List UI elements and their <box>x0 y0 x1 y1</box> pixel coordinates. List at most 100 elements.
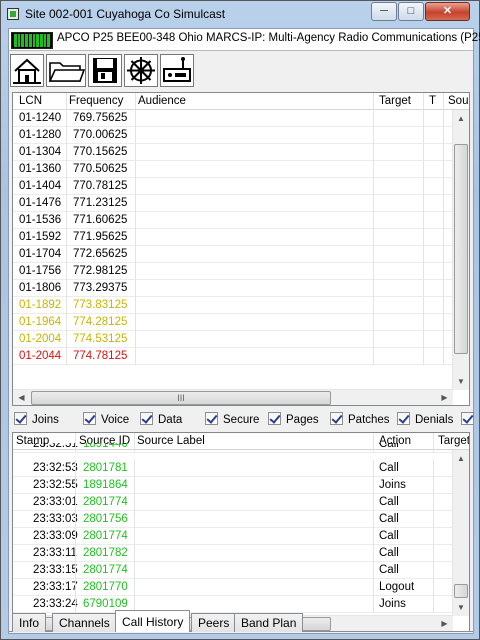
action-cell: Logout <box>379 581 415 593</box>
home-network-icon[interactable] <box>10 54 44 87</box>
history-row[interactable]: 23:33:03 2801756 Call <box>13 511 453 528</box>
maximize-button[interactable]: □ <box>398 2 424 21</box>
checkbox-icon[interactable] <box>205 412 218 425</box>
channel-row[interactable]: 01-1280 770.00625 <box>13 127 453 144</box>
checkbox-icon[interactable] <box>461 412 474 425</box>
settings-wheel-icon[interactable] <box>124 54 158 87</box>
channels-horizontal-scrollbar[interactable]: ◀ III ▶ <box>13 389 453 405</box>
history-row[interactable]: 23:32:55 1891864 Joins <box>13 477 453 494</box>
filter-data[interactable]: Data <box>140 412 182 426</box>
call-history-grid[interactable]: Stamp Source ID Source Label Action Targ… <box>12 432 470 632</box>
scroll-down-arrow-icon[interactable]: ▼ <box>453 373 469 390</box>
history-row[interactable]: 23:32:51 1891446 Call <box>13 443 453 453</box>
site-description: APCO P25 BEE00-348 Ohio MARCS-IP: Multi-… <box>57 32 480 44</box>
filter-denials[interactable]: Denials <box>397 412 453 426</box>
filter-pages[interactable]: Pages <box>268 412 319 426</box>
channel-row[interactable]: 01-1404 770.78125 <box>13 178 453 195</box>
column-source[interactable]: Sour <box>448 95 469 107</box>
filter-patches[interactable]: Patches <box>330 412 390 426</box>
channel-row[interactable]: 01-1704 772.65625 <box>13 246 453 263</box>
checkbox-icon[interactable] <box>330 412 343 425</box>
history-row[interactable]: 23:33:09 2801774 Call <box>13 528 453 545</box>
action-cell: Call <box>379 547 399 559</box>
tab-channels[interactable]: Channels <box>52 613 117 632</box>
channel-row[interactable]: 01-1304 770.15625 <box>13 144 453 161</box>
stamp-cell: 23:32:55 <box>33 479 78 491</box>
frequency-cell: 770.50625 <box>73 163 128 175</box>
scroll-right-arrow-icon[interactable]: ▶ <box>436 390 453 405</box>
filter-joins[interactable]: Joins <box>14 412 59 426</box>
column-frequency[interactable]: Frequency <box>69 95 123 107</box>
column-t[interactable]: T <box>429 95 436 107</box>
channel-row[interactable]: 01-1756 772.98125 <box>13 263 453 280</box>
history-row[interactable]: 23:32:53 2801781 Call <box>13 460 453 477</box>
action-cell: Call <box>379 530 399 542</box>
lcn-cell: 01-1304 <box>19 146 62 158</box>
tab-bar: Info Channels Call History Peers Band Pl… <box>9 610 473 632</box>
source-id-cell: 2801774 <box>83 564 128 576</box>
source-id-cell: 2801770 <box>83 581 128 593</box>
filter-voice[interactable]: Voice <box>83 412 129 426</box>
scroll-up-arrow-icon[interactable]: ▲ <box>453 110 469 127</box>
frequency-cell: 774.78125 <box>73 350 128 362</box>
channel-row[interactable]: 01-1536 771.60625 <box>13 212 453 229</box>
action-cell: Call <box>379 443 399 450</box>
main-window: Site 002-001 Cuyahoga Co Simulcast ─ □ ✕… <box>0 0 480 640</box>
scroll-thumb[interactable]: III <box>31 391 331 405</box>
stamp-cell: 23:33:17 <box>33 581 78 593</box>
checkbox-icon[interactable] <box>140 412 153 425</box>
tab-band-plan[interactable]: Band Plan <box>234 613 304 632</box>
close-button[interactable]: ✕ <box>425 2 470 21</box>
channel-row[interactable]: 01-1892 773.83125 <box>13 297 453 314</box>
action-cell: Joins <box>379 479 406 491</box>
history-row[interactable]: 23:33:01 2801774 Call <box>13 494 453 511</box>
lcn-cell: 01-1240 <box>19 112 62 124</box>
scroll-thumb[interactable] <box>454 584 468 598</box>
scroll-thumb[interactable] <box>454 144 468 354</box>
channel-row[interactable]: 01-1964 774.28125 <box>13 314 453 331</box>
history-row[interactable]: 23:33:15 2801774 Call <box>13 562 453 579</box>
folder-icon[interactable] <box>46 54 86 87</box>
checkbox-icon[interactable] <box>83 412 96 425</box>
history-row[interactable]: 23:33:11 2801782 Call <box>13 545 453 562</box>
column-audience[interactable]: Audience <box>138 95 186 107</box>
stamp-cell: 23:32:53 <box>33 462 78 474</box>
tab-call-history[interactable]: Call History <box>115 610 191 632</box>
channel-row[interactable]: 01-1360 770.50625 <box>13 161 453 178</box>
column-lcn[interactable]: LCN <box>19 95 42 107</box>
checkbox-icon[interactable] <box>397 412 410 425</box>
channel-row[interactable]: 01-1806 773.29375 <box>13 280 453 297</box>
site-header: APCO P25 BEE00-348 Ohio MARCS-IP: Multi-… <box>9 29 480 51</box>
history-row[interactable]: 23:33:17 2801770 Logout <box>13 579 453 596</box>
lcn-cell: 01-1360 <box>19 163 62 175</box>
radio-device-icon[interactable] <box>160 54 194 87</box>
minimize-button[interactable]: ─ <box>371 2 397 21</box>
channel-row[interactable]: 01-1476 771.23125 <box>13 195 453 212</box>
checkbox-icon[interactable] <box>14 412 27 425</box>
app-icon <box>7 8 19 20</box>
column-target[interactable]: Target <box>379 95 411 107</box>
channel-row[interactable]: 01-2004 774.53125 <box>13 331 453 348</box>
frequency-cell: 774.28125 <box>73 316 128 328</box>
channel-row[interactable]: 01-1240 769.75625 <box>13 110 453 127</box>
tab-peers[interactable]: Peers <box>191 613 237 632</box>
event-filters: Joins Voice Data Secure Pages Patches De… <box>12 409 474 429</box>
scroll-left-arrow-icon[interactable]: ◀ <box>13 390 30 405</box>
frequency-cell: 773.83125 <box>73 299 128 311</box>
lcn-cell: 01-1806 <box>19 282 62 294</box>
title-bar[interactable]: Site 002-001 Cuyahoga Co Simulcast ─ □ ✕ <box>1 1 479 27</box>
channels-grid[interactable]: LCN Frequency Audience Target T Sour 01-… <box>12 92 470 406</box>
channel-row[interactable]: 01-2044 774.78125 <box>13 348 453 365</box>
filter-overflow[interactable] <box>461 412 474 426</box>
save-disk-icon[interactable] <box>88 54 122 87</box>
channel-row[interactable]: 01-1592 771.95625 <box>13 229 453 246</box>
frequency-cell: 771.95625 <box>73 231 128 243</box>
lcn-cell: 01-1892 <box>19 299 62 311</box>
tab-info[interactable]: Info <box>12 613 47 632</box>
channels-vertical-scrollbar[interactable]: ▲ ▼ <box>452 110 469 390</box>
source-id-cell: 6790109 <box>83 598 128 610</box>
history-vertical-scrollbar[interactable]: ▲ ▼ <box>452 450 469 616</box>
checkbox-icon[interactable] <box>268 412 281 425</box>
filter-secure[interactable]: Secure <box>205 412 259 426</box>
scroll-up-arrow-icon[interactable]: ▲ <box>453 450 469 467</box>
